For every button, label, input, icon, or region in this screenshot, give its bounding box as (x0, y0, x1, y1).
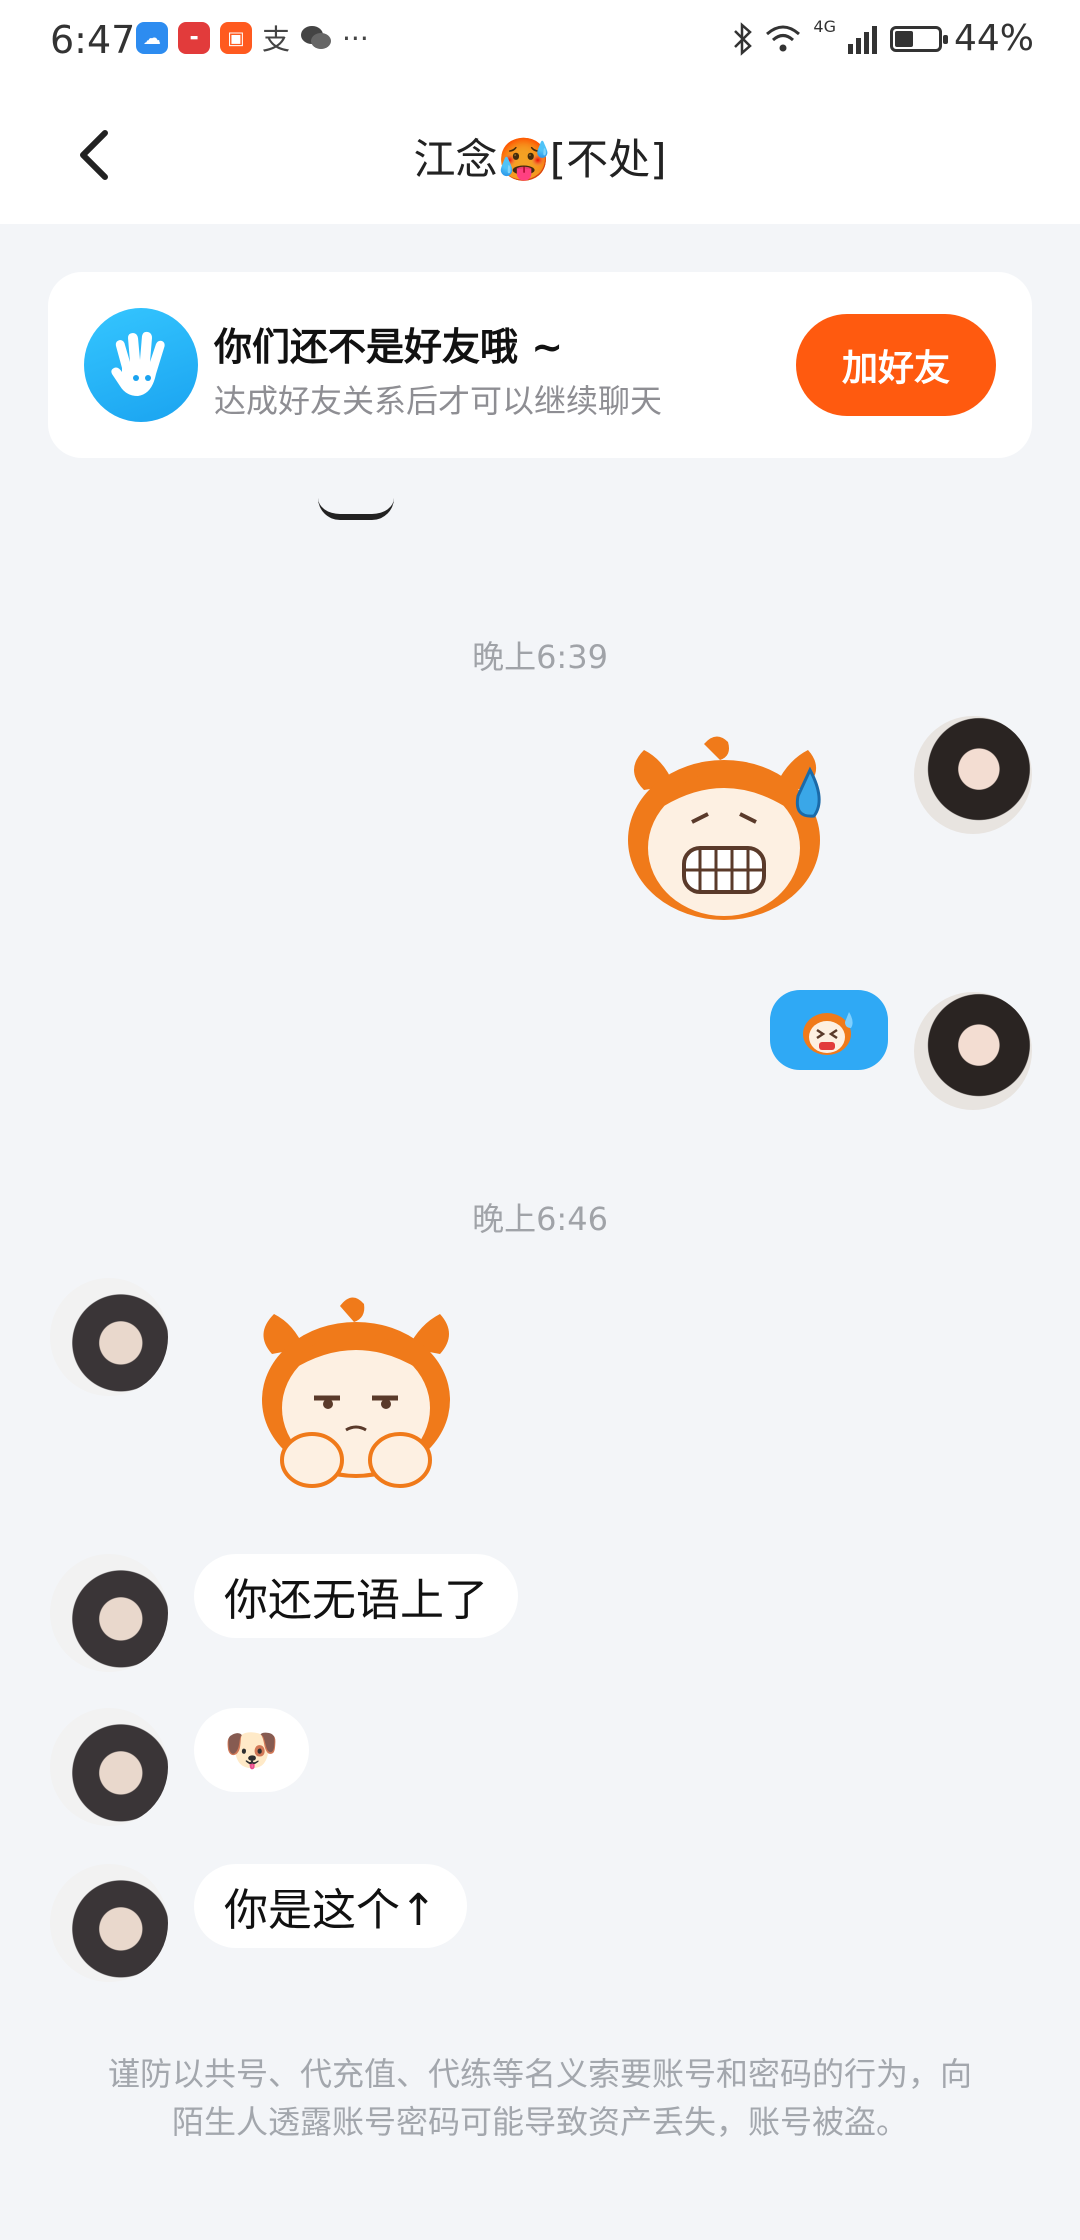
contact-avatar[interactable] (50, 1708, 168, 1826)
huawei-icon: ▬ (178, 22, 210, 54)
network-type: 4G (813, 17, 836, 36)
battery-icon (889, 25, 948, 52)
contact-avatar[interactable] (50, 1864, 168, 1982)
timestamp: 晚上6:46 (472, 1200, 608, 1238)
my-avatar[interactable] (914, 992, 1032, 1110)
banner-subtitle: 达成好友关系后才可以继续聊天 (214, 382, 663, 420)
security-disclaimer: 谨防以共号、代充值、代练等名义索要账号和密码的行为，向陌生人透露账号密码可能导致… (107, 2055, 972, 2141)
sticker-remnant (318, 498, 394, 520)
add-friend-button[interactable]: 加好友 (796, 314, 996, 416)
friend-request-banner: 你们还不是好友哦 ~ 达成好友关系后才可以继续聊天 加好友 (48, 272, 1032, 458)
bluetooth-icon (734, 21, 753, 56)
more-icon: ··· (342, 21, 369, 55)
cloud-icon: ☁ (136, 22, 168, 54)
received-message-bubble[interactable]: 你是这个↑ (194, 1864, 467, 1948)
contact-avatar[interactable] (50, 1554, 168, 1672)
timestamp: 晚上6:39 (472, 638, 608, 676)
sweating-face-icon (803, 1012, 853, 1055)
wifi-icon (766, 25, 801, 51)
signal-icon (847, 25, 877, 54)
contact-avatar[interactable] (50, 1278, 168, 1396)
received-sticker-unimpressed[interactable] (236, 1290, 476, 1508)
received-message-bubble[interactable]: 你还无语上了 (194, 1554, 518, 1638)
chat-header: 江念🥵[不处] (0, 84, 1080, 224)
alipay-icon: 支 (262, 23, 291, 56)
sent-emoji-bubble[interactable] (770, 990, 888, 1070)
banner-title: 你们还不是好友哦 ~ (214, 325, 564, 369)
chat-title[interactable]: 江念🥵[不处] (0, 126, 1080, 187)
notification-icons: ☁ ▬ ▣ 支 ··· (136, 21, 369, 56)
battery-percent: 44% (953, 18, 1034, 59)
my-avatar[interactable] (914, 716, 1032, 834)
status-time: 6:47 (50, 18, 136, 62)
sent-sticker-sweating-grin[interactable] (604, 730, 844, 930)
status-bar: 6:47 ☁ ▬ ▣ 支 ··· 4G 44% (0, 0, 1080, 84)
kuaishou-icon: ▣ (220, 22, 252, 54)
wechat-icon (300, 22, 332, 54)
received-emoji-bubble[interactable]: 🐶 (194, 1708, 309, 1792)
wave-hand-icon (84, 308, 198, 422)
status-right: 4G 44% (733, 17, 1034, 59)
